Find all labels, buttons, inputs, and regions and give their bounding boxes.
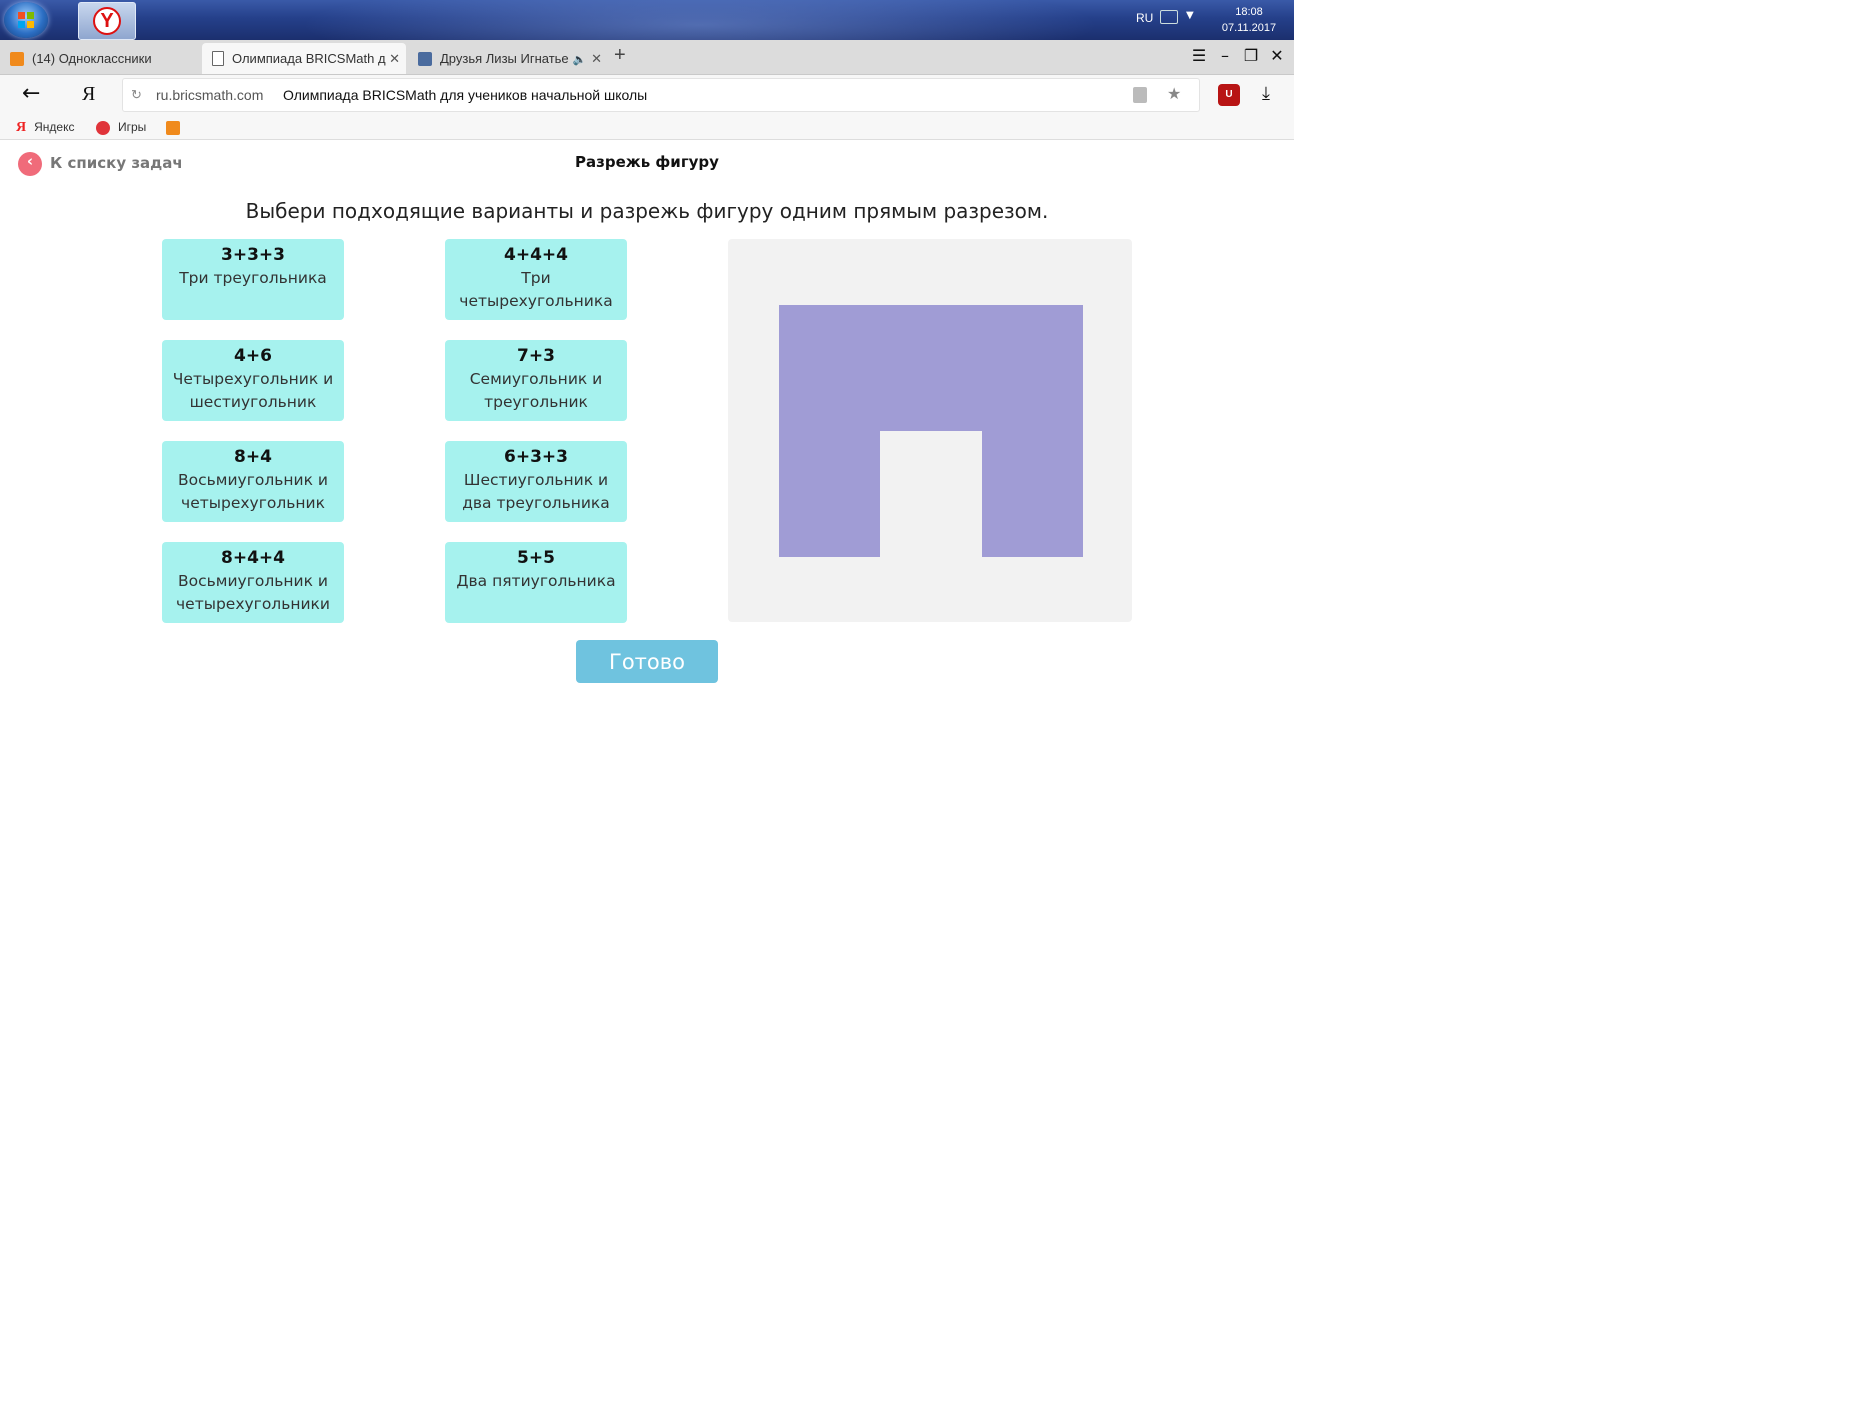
tab-label: (14) Одноклассники	[32, 51, 152, 66]
address-bar[interactable]: ↻ ru.bricsmath.com Олимпиада BRICSMath д…	[122, 78, 1200, 112]
tray-clock[interactable]: 18:08 07.11.2017	[1220, 4, 1278, 36]
tab-bricsmath[interactable]: Олимпиада BRICSMath д ✕	[202, 43, 406, 74]
option-description: Шестиугольник и два треугольника	[462, 471, 610, 512]
tab-odnoklassniki[interactable]: (14) Одноклассники	[0, 43, 200, 74]
u-shaped-figure[interactable]	[779, 305, 1083, 557]
option-formula: 7+3	[517, 346, 555, 366]
sound-icon[interactable]: 🔈	[573, 54, 587, 66]
yandex-browser-icon: Y	[93, 7, 121, 35]
bookmark-odnoklassniki[interactable]	[166, 115, 188, 139]
page-title: Разрежь фигуру	[575, 153, 719, 171]
figure-drawing	[779, 305, 1083, 557]
taskbar-yandex-browser[interactable]: Y	[78, 2, 136, 40]
yandex-home-button[interactable]: Я	[82, 83, 95, 106]
option-5-5[interactable]: 5+5 Два пятиугольника	[445, 542, 627, 623]
clock-date: 07.11.2017	[1221, 22, 1277, 34]
option-description: Восьмиугольник и четырехугольники	[176, 572, 330, 613]
option-description: Три треугольника	[179, 269, 327, 287]
minimize-icon[interactable]: –	[1212, 46, 1238, 65]
language-indicator[interactable]: RU	[1136, 11, 1153, 25]
option-description: Семиугольник и треугольник	[469, 370, 603, 411]
video-icon	[418, 51, 432, 66]
option-7-3[interactable]: 7+3 Семиугольник и треугольник	[445, 340, 627, 421]
option-4-4-4[interactable]: 4+4+4 Три четырехугольника	[445, 239, 627, 320]
option-formula: 8+4	[234, 447, 272, 467]
option-8-4[interactable]: 8+4 Восьмиугольник и четырехугольник	[162, 441, 344, 522]
restore-icon[interactable]: ❐	[1238, 46, 1264, 65]
bookmarks-bar: Я Яндекс Игры	[0, 115, 1294, 140]
option-description: Четырехугольник и шестиугольник	[172, 370, 334, 411]
keyboard-icon[interactable]	[1160, 10, 1178, 24]
bookmark-star-icon[interactable]: ★	[1167, 79, 1181, 111]
games-icon	[96, 120, 110, 135]
option-formula: 4+6	[234, 346, 272, 366]
option-formula: 3+3+3	[221, 245, 285, 265]
new-tab-button[interactable]: +	[614, 44, 626, 67]
figure-canvas[interactable]	[728, 239, 1132, 622]
window-controls: ☰ – ❐ ✕	[1186, 46, 1290, 65]
close-tab-icon[interactable]: ✕	[389, 43, 400, 74]
start-button[interactable]	[4, 2, 48, 38]
option-description: Три четырехугольника	[459, 269, 613, 310]
task-instruction: Выбери подходящие варианты и разрежь фиг…	[245, 199, 1049, 223]
tab-label: Друзья Лизы Игнатье	[440, 51, 569, 66]
bookmark-games[interactable]: Игры	[96, 115, 146, 139]
option-8-4-4[interactable]: 8+4+4 Восьмиугольник и четырехугольники	[162, 542, 344, 623]
tray-expand-icon[interactable]: ▼	[1186, 10, 1194, 21]
option-formula: 8+4+4	[221, 548, 285, 568]
option-formula: 4+4+4	[504, 245, 568, 265]
clock-time: 18:08	[1235, 6, 1263, 18]
taskbar: Y RU ▼ 18:08 07.11.2017	[0, 0, 1294, 40]
download-icon[interactable]: ⤓	[1262, 83, 1270, 104]
option-3-3-3[interactable]: 3+3+3 Три треугольника	[162, 239, 344, 320]
page-icon	[212, 51, 224, 67]
reload-icon[interactable]: ↻	[131, 79, 142, 111]
browser-tab-strip: (14) Одноклассники Олимпиада BRICSMath д…	[0, 40, 1294, 75]
bookmark-label: Игры	[118, 120, 147, 134]
odnoklassniki-icon	[166, 120, 180, 135]
close-tab-icon[interactable]: ✕	[591, 43, 602, 74]
bookmark-yandex[interactable]: Я Яндекс	[16, 115, 74, 139]
menu-icon[interactable]: ☰	[1186, 46, 1212, 65]
option-4-6[interactable]: 4+6 Четырехугольник и шестиугольник	[162, 340, 344, 421]
option-description: Два пятиугольника	[456, 572, 616, 590]
close-window-icon[interactable]: ✕	[1264, 46, 1290, 65]
done-button[interactable]: Готово	[576, 640, 718, 683]
option-description: Восьмиугольник и четырехугольник	[178, 471, 328, 512]
option-formula: 6+3+3	[504, 447, 568, 467]
url-domain: ru.bricsmath.com	[156, 87, 264, 103]
option-formula: 5+5	[517, 548, 555, 568]
lock-icon[interactable]	[1133, 87, 1147, 103]
windows-logo-icon	[18, 12, 34, 28]
yandex-icon: Я	[16, 119, 27, 135]
navigation-bar: ← Я ↻ ru.bricsmath.com Олимпиада BRICSMa…	[0, 75, 1294, 115]
tab-label: Олимпиада BRICSMath д	[232, 51, 386, 66]
extension-shield-icon[interactable]: U	[1218, 84, 1240, 106]
tab-video[interactable]: Друзья Лизы Игнатье 🔈 ✕	[408, 43, 608, 74]
url-page-title: Олимпиада BRICSMath для учеников начальн…	[283, 87, 648, 103]
bookmark-label: Яндекс	[34, 120, 75, 134]
taskbar-glow	[300, 0, 1100, 40]
odnoklassniki-icon	[10, 51, 24, 66]
back-arrow-icon[interactable]: ←	[22, 81, 40, 106]
option-6-3-3[interactable]: 6+3+3 Шестиугольник и два треугольника	[445, 441, 627, 522]
